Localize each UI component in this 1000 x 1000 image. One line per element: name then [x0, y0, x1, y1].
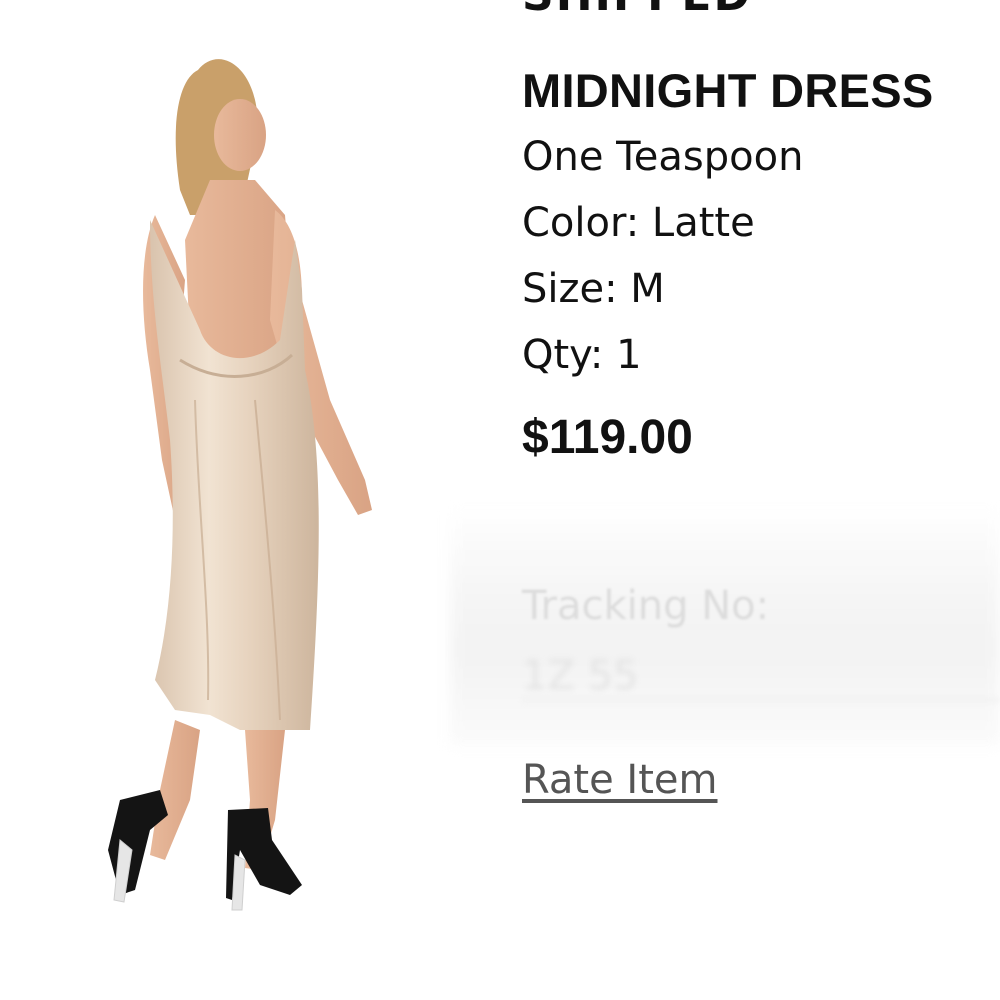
tracking-label: Tracking No: [522, 583, 770, 629]
bottom-area [0, 930, 1000, 1000]
item-size: Size: M [522, 266, 665, 312]
item-name[interactable]: MIDNIGHT DRESS [522, 62, 992, 120]
item-price: $119.00 [522, 411, 693, 464]
item-quantity: Qty: 1 [522, 332, 642, 378]
tracking-number-link[interactable]: 1Z 55 [522, 653, 1000, 701]
order-status-label: SHIPPED [522, 0, 752, 18]
item-details: MIDNIGHT DRESS One Teaspoon Color: Latte… [522, 62, 992, 468]
rate-item-link[interactable]: Rate Item [522, 757, 718, 803]
item-brand: One Teaspoon [522, 134, 804, 180]
tracking-info: Tracking No: 1Z 55 [450, 505, 1000, 745]
item-color: Color: Latte [522, 200, 755, 246]
product-image[interactable] [80, 40, 440, 930]
